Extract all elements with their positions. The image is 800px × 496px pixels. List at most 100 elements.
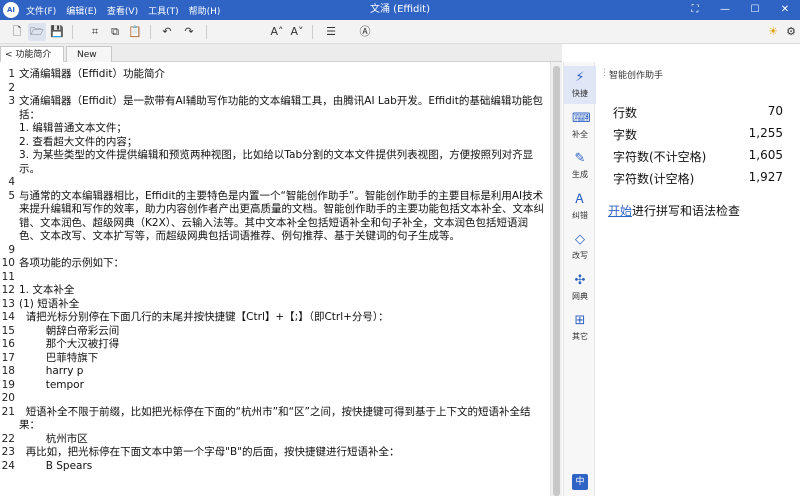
editor-line[interactable]: 12 1. 文本补全	[0, 284, 550, 298]
menu-view[interactable]: 查看(V)	[107, 4, 138, 17]
tab-intro[interactable]: < 功能简介 ✕	[0, 46, 64, 75]
line-text: 短语补全不限于前缀，比如把光标停在下面的“杭州市”和“区”之间，按快捷键可得到基…	[19, 405, 531, 432]
start-check-link[interactable]: 开始	[608, 204, 632, 218]
diamond-icon: ◇	[575, 232, 585, 247]
menu-file[interactable]: 文件(F)	[26, 4, 56, 17]
minimize-icon[interactable]: —	[710, 0, 740, 20]
sidebar-item-other[interactable]: ⊞ 其它	[564, 309, 596, 347]
line-number: 12	[1, 284, 15, 296]
stat-lines: 行数 70	[613, 104, 783, 121]
menu-tools[interactable]: 工具(T)	[148, 4, 179, 17]
tab-bar: < 功能简介 ✕ New ✕	[0, 44, 562, 75]
editor-line[interactable]: 1 文涌编辑器（Effidit）功能简介	[0, 68, 550, 82]
drag-handle-icon[interactable]: ⋮	[600, 68, 609, 78]
line-text: (1) 短语补全	[19, 297, 80, 310]
document-edit-icon: ✎	[574, 151, 586, 166]
sidebar-item-shortcut[interactable]: ⚡ 快捷	[564, 66, 596, 104]
stat-value: 1,255	[748, 126, 783, 140]
sidebar-item-dictionary[interactable]: ✣ 网典	[564, 269, 596, 307]
stat-chars-with-space: 字符数(计空格) 1,927	[613, 170, 783, 187]
line-number: 5	[8, 189, 15, 202]
open-folder-icon[interactable]: 🗁	[28, 23, 46, 41]
editor-line[interactable]: 20	[0, 392, 550, 406]
editor-line[interactable]: 4	[0, 176, 550, 190]
editor-line[interactable]: 2. 查看超大文件的内容；	[0, 136, 550, 150]
scrollbar-thumb[interactable]	[553, 66, 560, 496]
save-icon[interactable]: 💾	[48, 23, 66, 41]
sidebar-item-generate[interactable]: ✎ 生成	[564, 147, 596, 185]
sidebar-item-label: 网典	[572, 291, 588, 301]
menu-help[interactable]: 帮助(H)	[189, 4, 221, 17]
sidebar-item-label: 快捷	[572, 89, 588, 98]
sidebar-item-label: 纠错	[572, 210, 588, 220]
increase-font-icon[interactable]: A˄	[268, 23, 286, 41]
settings-icon[interactable]: ⚙	[782, 23, 800, 41]
title-bar: AI 文件(F) 编辑(E) 查看(V) 工具(T) 帮助(H) 文涌 (Eff…	[0, 0, 800, 20]
editor-line[interactable]: 18 harry p	[0, 365, 550, 379]
editor-line[interactable]: 2	[0, 82, 550, 96]
sidebar-item-rewrite[interactable]: ◇ 改写	[564, 228, 596, 266]
line-text: 巴菲特旗下	[19, 351, 99, 364]
editor-line[interactable]: 22 杭州市区	[0, 433, 550, 447]
close-icon[interactable]: ✕	[770, 0, 800, 20]
editor-line[interactable]: 10 各项功能的示例如下：	[0, 257, 550, 271]
editor-line[interactable]: 3 文涌编辑器（Effidit）是一款带有AI辅助写作功能的文本编辑工具，由腾讯A…	[0, 95, 550, 122]
line-text: 杭州市区	[19, 432, 88, 445]
menu-edit[interactable]: 编辑(E)	[66, 4, 97, 17]
redo-icon[interactable]: ↷	[180, 23, 198, 41]
format-icon[interactable]: ☰	[322, 23, 340, 41]
maximize-icon[interactable]: ☐	[740, 0, 770, 20]
paste-icon[interactable]: 📋	[126, 23, 144, 41]
editor-line[interactable]: 17 巴菲特旗下	[0, 352, 550, 366]
editor-line[interactable]: 23 再比如，把光标停在下面文本中第一个字母"B"的后面，按快捷键进行短语补全：	[0, 446, 550, 460]
tab-label: < 功能简介	[5, 50, 52, 60]
editor-line[interactable]: 16 那个大汉被打得	[0, 338, 550, 352]
fullscreen-icon[interactable]: ⛶	[680, 0, 710, 20]
stat-label: 字符数(计空格)	[613, 172, 695, 186]
editor-line[interactable]: 5 与通常的文本编辑器相比，Effidit的主要特色是内置一个“智能创作助手”。智…	[0, 190, 550, 244]
editor-line[interactable]: 1. 编辑普通文本文件；	[0, 122, 550, 136]
stat-label: 字数	[613, 128, 638, 142]
editor-line[interactable]: 13 (1) 短语补全	[0, 298, 550, 312]
spellcheck-icon: Ꭺ	[575, 191, 585, 207]
undo-icon[interactable]: ↶	[158, 23, 176, 41]
line-number: 23	[1, 446, 15, 458]
new-file-icon[interactable]: 🗋	[8, 23, 26, 41]
sidebar-item-complete[interactable]: ⌨ 补全	[564, 107, 596, 145]
sidebar-item-label: 改写	[572, 251, 588, 260]
editor-line[interactable]: 14 请把光标分别停在下面几行的末尾并按快捷键【Ctrl】+【;】（即Ctrl+…	[0, 311, 550, 325]
stat-chars-no-space: 字符数(不计空格) 1,605	[613, 148, 783, 165]
stat-value: 1,927	[748, 170, 783, 184]
tab-label: New	[77, 50, 97, 60]
line-text: 再比如，把光标停在下面文本中第一个字母"B"的后面，按快捷键进行短语补全：	[19, 446, 400, 458]
line-number: 3	[8, 95, 15, 107]
line-number: 4	[8, 176, 15, 188]
line-text: 文涌编辑器（Effidit）功能简介	[19, 68, 165, 80]
input-method-button[interactable]: 中	[572, 474, 588, 490]
line-text: 2. 查看超大文件的内容；	[19, 135, 138, 148]
editor-line[interactable]: 11	[0, 271, 550, 285]
editor-line[interactable]: 19 tempor	[0, 379, 550, 393]
app-logo-icon: AI	[3, 2, 19, 18]
line-number: 15	[1, 324, 15, 337]
ai-assistant-icon[interactable]: Ⓐ	[356, 23, 374, 41]
decrease-font-icon[interactable]: A˅	[288, 23, 306, 41]
editor-line[interactable]: 3. 为某些类型的文件提供编辑和预览两种视图，比如给以Tab分割的文本文件提供列…	[0, 149, 550, 176]
crop-icon[interactable]: ⌗	[86, 23, 104, 41]
line-text: 请把光标分别停在下面几行的末尾并按快捷键【Ctrl】+【;】（即Ctrl+分号）…	[19, 311, 389, 323]
sun-icon[interactable]: ☀	[764, 23, 782, 41]
line-text: 3. 为某些类型的文件提供编辑和预览两种视图，比如给以Tab分割的文本文件提供列…	[19, 149, 534, 175]
editor-line[interactable]: 21 短语补全不限于前缀，比如把光标停在下面的“杭州市”和“区”之间，按快捷键可…	[0, 406, 550, 433]
scrollbar[interactable]	[550, 62, 562, 496]
sidebar-item-correct[interactable]: Ꭺ 纠错	[564, 188, 596, 226]
text-editor[interactable]: 1 文涌编辑器（Effidit）功能简介 2 3 文涌编辑器（Effidit）是一款带有…	[0, 62, 550, 496]
editor-line[interactable]: 24 B Spears	[0, 460, 550, 474]
toolbar-divider	[312, 25, 313, 39]
toolbar-divider	[150, 25, 151, 39]
stat-label: 字符数(不计空格)	[613, 150, 707, 164]
editor-line[interactable]: 15 朝辞白帝彩云间	[0, 325, 550, 339]
copy-icon[interactable]: ⧉	[106, 23, 124, 41]
network-icon: ✣	[574, 272, 586, 288]
tab-new[interactable]: New ✕	[66, 46, 112, 75]
editor-line[interactable]: 9	[0, 244, 550, 258]
